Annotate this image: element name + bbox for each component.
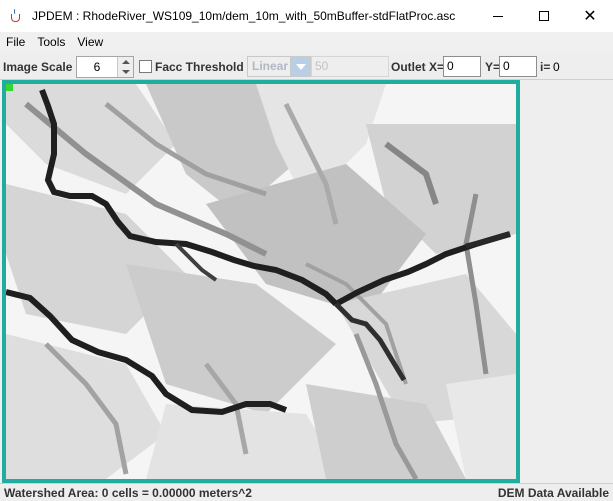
outlet-x-field[interactable]: 0: [443, 56, 481, 77]
outlet-marker: [6, 84, 13, 91]
maximize-button[interactable]: [521, 0, 567, 32]
close-icon: ✕: [583, 6, 597, 25]
window-title: JPDEM : RhodeRiver_WS109_10m/dem_10m_wit…: [32, 9, 456, 23]
menu-tools[interactable]: Tools: [31, 35, 71, 49]
scale-mode-dropdown-arrow-icon[interactable]: [290, 56, 311, 77]
menu-bar: File Tools View: [0, 32, 613, 52]
image-scale-label: Image Scale: [3, 60, 73, 74]
outlet-x-label: Outlet X=: [391, 60, 445, 74]
minimize-icon: [493, 15, 503, 17]
index-label: i=: [540, 60, 551, 74]
index-value: 0: [553, 60, 560, 74]
minimize-button[interactable]: [475, 0, 521, 32]
threshold-value-field[interactable]: 50: [311, 56, 389, 77]
facc-threshold-checkbox[interactable]: [139, 60, 152, 73]
spinner-up-icon[interactable]: [122, 60, 130, 64]
close-button[interactable]: ✕: [567, 0, 613, 32]
status-bar: Watershed Area: 0 cells = 0.00000 meters…: [0, 483, 613, 501]
outlet-y-label: Y=: [485, 60, 501, 74]
dem-data-status: DEM Data Available: [497, 486, 609, 500]
menu-view[interactable]: View: [71, 35, 109, 49]
dem-canvas[interactable]: [6, 84, 516, 479]
spinner-down-icon[interactable]: [122, 70, 130, 74]
facc-threshold-label[interactable]: Facc Threshold: [155, 57, 244, 77]
maximize-icon: [539, 11, 549, 21]
side-panel: [520, 80, 613, 483]
title-bar[interactable]: JPDEM : RhodeRiver_WS109_10m/dem_10m_wit…: [0, 0, 613, 32]
menu-file[interactable]: File: [0, 35, 31, 49]
flow-accumulation-map[interactable]: [6, 84, 516, 479]
outlet-y-field[interactable]: 0: [499, 56, 537, 77]
java-app-icon: [8, 8, 24, 24]
watershed-area-status: Watershed Area: 0 cells = 0.00000 meters…: [4, 486, 252, 500]
spinner-arrows[interactable]: [117, 57, 133, 77]
dem-canvas-frame: [2, 80, 520, 483]
image-scale-spinner[interactable]: 6: [76, 56, 134, 78]
image-scale-value[interactable]: 6: [77, 57, 117, 77]
